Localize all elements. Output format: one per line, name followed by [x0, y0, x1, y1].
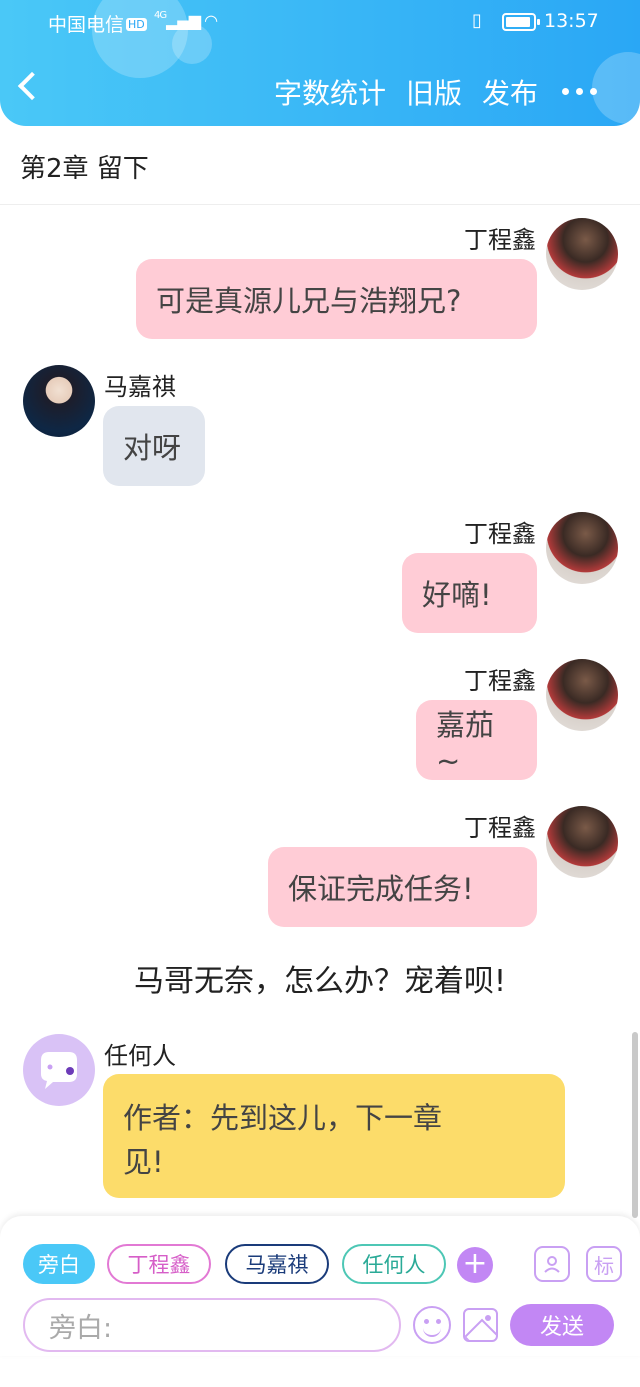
divider — [0, 204, 640, 205]
carrier-label: 中国电信 HD — [48, 10, 147, 37]
clock: 13:57 — [544, 10, 599, 32]
back-arrow-icon[interactable] — [17, 71, 47, 101]
speaker-name: 丁程鑫 — [464, 520, 536, 548]
message-bubble[interactable]: 好嘀! — [402, 553, 537, 633]
vibrate-icon: ▯ — [472, 10, 482, 31]
hd-badge: HD — [126, 18, 147, 31]
speaker-name: 任何人 — [104, 1042, 176, 1070]
decor-bubble — [592, 52, 640, 124]
avatar-ding[interactable] — [546, 218, 618, 290]
network-type: 4G — [154, 10, 167, 21]
role-chip-ding[interactable]: 丁程鑫 — [107, 1244, 211, 1284]
message-bubble[interactable]: 可是真源儿兄与浩翔兄? — [136, 259, 537, 339]
battery-icon — [502, 13, 540, 31]
chapter-title: 第2章 留下 — [20, 154, 149, 184]
speaker-name: 丁程鑫 — [464, 226, 536, 254]
speaker-name: 马嘉祺 — [104, 373, 176, 401]
publish-button[interactable]: 发布 — [482, 72, 538, 112]
scrollbar[interactable] — [632, 1032, 638, 1218]
more-icon[interactable] — [562, 88, 597, 95]
send-button[interactable]: 发送 — [510, 1304, 614, 1346]
add-role-button[interactable]: + — [457, 1247, 493, 1283]
word-count-button[interactable]: 字数统计 — [274, 72, 386, 112]
avatar-ding[interactable] — [546, 512, 618, 584]
message-bubble[interactable]: 作者：先到这儿，下一章 见! — [103, 1074, 565, 1198]
person-icon — [544, 1256, 560, 1273]
message-text: 可是真源儿兄与浩翔兄? — [156, 284, 462, 318]
message-bubble[interactable]: 保证完成任务! — [268, 847, 537, 927]
tag-icon[interactable]: 标 — [586, 1246, 622, 1282]
message-text: 嘉茄~ — [436, 708, 495, 778]
chat-bubble-avatar-icon[interactable] — [23, 1034, 95, 1106]
speaker-name: 丁程鑫 — [464, 814, 536, 842]
speaker-name: 丁程鑫 — [464, 667, 536, 695]
header-actions: 字数统计 旧版 发布 — [274, 72, 538, 112]
message-text: 作者：先到这儿，下一章 见! — [123, 1096, 442, 1184]
role-chip-narrator[interactable]: 旁白 — [23, 1244, 95, 1284]
message-text: 好嘀! — [422, 578, 492, 612]
contact-icon[interactable] — [534, 1246, 570, 1282]
signal-icon: 4G▂▄▆ ◠ — [154, 10, 218, 30]
carrier-name: 中国电信 — [48, 14, 125, 36]
message-line: 见! — [123, 1145, 164, 1179]
avatar-ma[interactable] — [23, 365, 95, 437]
message-bubble[interactable]: 对呀 — [103, 406, 205, 486]
avatar-ding[interactable] — [546, 659, 618, 731]
input-placeholder: 旁白: — [49, 1312, 113, 1344]
message-text: 对呀 — [123, 431, 182, 465]
status-bar: 中国电信 HD 4G▂▄▆ ◠ ▯ 13:57 — [0, 8, 640, 36]
message-line: 作者：先到这儿，下一章 — [123, 1101, 443, 1135]
image-icon[interactable] — [463, 1308, 498, 1342]
message-bubble[interactable]: 嘉茄~ — [416, 700, 537, 780]
avatar-ding[interactable] — [546, 806, 618, 878]
emoji-icon[interactable] — [413, 1306, 451, 1344]
role-chip-ma[interactable]: 马嘉祺 — [225, 1244, 329, 1284]
message-input[interactable]: 旁白: — [23, 1298, 401, 1352]
top-bar: 中国电信 HD 4G▂▄▆ ◠ ▯ 13:57 字数统计 旧版 发布 — [0, 0, 640, 126]
old-version-button[interactable]: 旧版 — [406, 72, 462, 112]
message-text: 保证完成任务! — [288, 872, 474, 906]
narration-text: 马哥无奈，怎么办？宠着呗! — [133, 964, 507, 999]
role-chip-anyone[interactable]: 任何人 — [342, 1244, 446, 1284]
chat-bubble-icon — [41, 1052, 77, 1089]
